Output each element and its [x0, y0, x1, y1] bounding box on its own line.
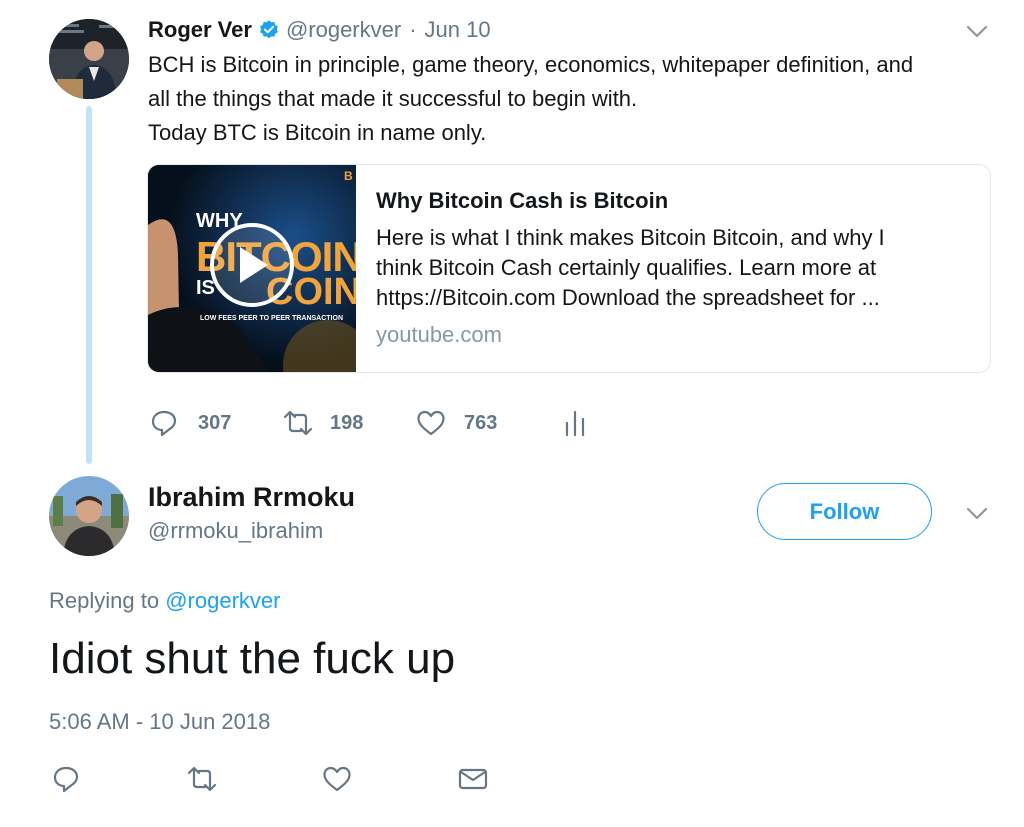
- author-name[interactable]: Roger Ver: [148, 17, 252, 43]
- card-title[interactable]: Why Bitcoin Cash is Bitcoin: [376, 187, 976, 215]
- card-text: Why Bitcoin Cash is Bitcoin Here is what…: [376, 187, 976, 349]
- card-description: Here is what I think makes Bitcoin Bitco…: [376, 223, 976, 313]
- heart-icon[interactable]: [322, 765, 352, 793]
- roger-ver-avatar[interactable]: [49, 19, 129, 99]
- card-domain: youtube.com: [376, 322, 502, 347]
- retweet-count: 198: [330, 411, 364, 434]
- tweet-action-bar: 307 198 763: [150, 406, 586, 440]
- card-description-line: Here is what I think makes Bitcoin Bitco…: [376, 225, 885, 250]
- envelope-icon[interactable]: [458, 767, 488, 791]
- tweet-text-line: BCH is Bitcoin in principle, game theory…: [148, 52, 914, 77]
- replying-to-line: Replying to @rogerkver: [49, 586, 280, 616]
- chevron-down-icon[interactable]: [962, 502, 992, 526]
- replying-to-handle-link[interactable]: @rogerkver: [165, 588, 280, 613]
- card-description-line: https://Bitcoin.com Download the spreads…: [376, 285, 880, 310]
- reply-timestamp[interactable]: 5:06 AM - 10 Jun 2018: [49, 707, 270, 737]
- retweet-icon: [282, 410, 314, 436]
- thread-connector-line: [86, 106, 92, 464]
- tweet-text-line: all the things that made it successful t…: [148, 86, 638, 111]
- avatar-photo: [49, 476, 129, 556]
- replying-to-prefix: Replying to: [49, 588, 160, 613]
- video-thumbnail[interactable]: WHY BITCOIN C IS COIN LOW FEES PEER TO P…: [148, 165, 356, 372]
- reply-tweet-text: Idiot shut the fuck up: [49, 634, 456, 683]
- reply-author-block: Ibrahim Rrmoku @rrmoku_ibrahim: [148, 479, 355, 547]
- avatar-photo: [49, 19, 129, 99]
- author-name[interactable]: Ibrahim Rrmoku: [148, 479, 355, 515]
- verified-badge-icon: [258, 19, 280, 41]
- tweet-text-line: Today BTC is Bitcoin in name only.: [148, 120, 487, 145]
- retweet-icon[interactable]: [186, 766, 218, 792]
- reply-action[interactable]: 307: [150, 409, 282, 437]
- analytics-icon[interactable]: [564, 409, 586, 437]
- parent-tweet-header: Roger Ver @rogerkver · Jun 10: [148, 14, 491, 46]
- card-description-line: think Bitcoin Cash certainly qualifies. …: [376, 255, 877, 280]
- author-handle[interactable]: @rrmoku_ibrahim: [148, 515, 355, 547]
- reply-action-bar: [52, 763, 488, 795]
- link-preview-card[interactable]: WHY BITCOIN C IS COIN LOW FEES PEER TO P…: [147, 164, 991, 373]
- tweet-date[interactable]: Jun 10: [425, 17, 491, 43]
- follow-button[interactable]: Follow: [757, 483, 932, 540]
- thumbnail-corner-letter: B: [344, 169, 353, 183]
- separator-dot: ·: [409, 17, 417, 42]
- thumbnail-caption: LOW FEES PEER TO PEER TRANSACTION: [200, 315, 343, 322]
- play-icon[interactable]: [210, 223, 294, 307]
- reply-count: 307: [198, 411, 232, 434]
- reply-icon[interactable]: [52, 765, 80, 793]
- author-handle[interactable]: @rogerkver: [286, 17, 401, 43]
- retweet-action[interactable]: 198: [282, 410, 416, 436]
- reply-icon: [150, 409, 178, 437]
- heart-icon: [416, 409, 446, 437]
- like-action[interactable]: 763: [416, 409, 564, 437]
- chevron-down-icon[interactable]: [962, 20, 992, 44]
- like-count: 763: [464, 411, 498, 434]
- ibrahim-rrmoku-avatar[interactable]: [49, 476, 129, 556]
- parent-tweet-text: BCH is Bitcoin in principle, game theory…: [148, 48, 913, 150]
